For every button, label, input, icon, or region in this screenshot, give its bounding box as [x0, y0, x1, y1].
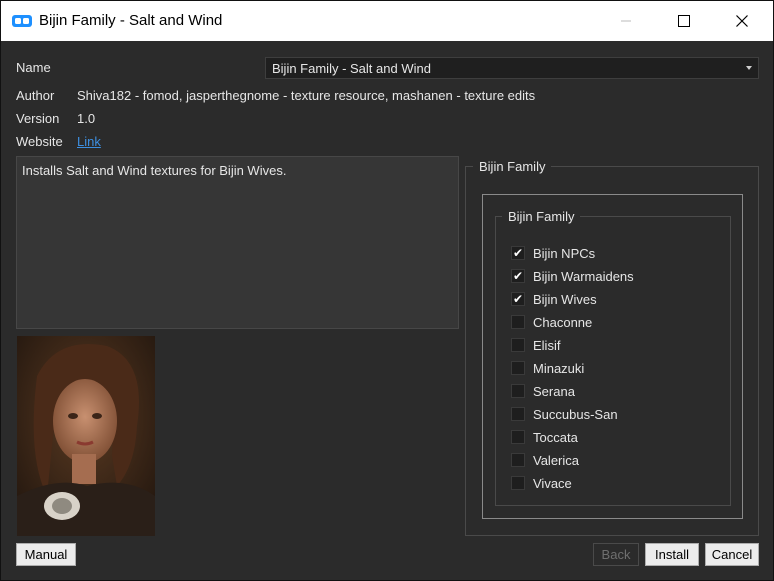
checkbox-checked[interactable]: ✔	[511, 269, 525, 283]
option-label: Minazuki	[533, 360, 585, 376]
checkbox-checked[interactable]: ✔	[511, 246, 525, 260]
version-label: Version	[16, 111, 60, 126]
website-label: Website	[16, 134, 63, 149]
option-item[interactable]: Vivace	[511, 475, 572, 491]
name-select[interactable]: Bijin Family - Salt and Wind	[265, 57, 759, 79]
option-item[interactable]: Succubus-San	[511, 406, 618, 422]
checkbox-unchecked[interactable]	[511, 430, 525, 444]
option-label: Bijin Wives	[533, 291, 597, 307]
name-label: Name	[16, 60, 51, 75]
back-button[interactable]: Back	[593, 543, 639, 566]
group-outer-title: Bijin Family	[473, 159, 552, 174]
checkbox-unchecked[interactable]	[511, 338, 525, 352]
option-item[interactable]: Toccata	[511, 429, 578, 445]
option-label: Elisif	[533, 337, 561, 353]
checkbox-checked[interactable]: ✔	[511, 292, 525, 306]
group-inner-title: Bijin Family	[502, 209, 581, 224]
maximize-button[interactable]	[655, 1, 713, 41]
author-value: Shiva182 - fomod, jasperthegnome - textu…	[77, 88, 536, 103]
title-bar: Bijin Family - Salt and Wind	[1, 1, 773, 41]
option-item[interactable]: Elisif	[511, 337, 560, 353]
option-label: Valerica	[533, 452, 580, 468]
checkbox-unchecked[interactable]	[511, 361, 525, 375]
option-label: Succubus-San	[533, 406, 618, 422]
checkbox-unchecked[interactable]	[511, 315, 525, 329]
checkmark-icon: ✔	[512, 269, 524, 283]
checkmark-icon: ✔	[512, 292, 524, 306]
option-label: Chaconne	[533, 314, 593, 330]
description-box[interactable]: Installs Salt and Wind textures for Biji…	[16, 156, 459, 329]
option-label: Bijin Warmaidens	[533, 268, 634, 284]
chevron-down-icon	[746, 66, 752, 70]
portrait-image	[17, 336, 155, 536]
checkbox-unchecked[interactable]	[511, 407, 525, 421]
cancel-button[interactable]: Cancel	[705, 543, 759, 566]
option-label: Toccata	[533, 429, 578, 445]
version-value: 1.0	[77, 111, 96, 126]
app-icon	[12, 15, 32, 27]
install-button[interactable]: Install	[645, 543, 699, 566]
checkbox-unchecked[interactable]	[511, 384, 525, 398]
option-item[interactable]: ✔ Bijin NPCs	[511, 245, 595, 261]
option-item[interactable]: Chaconne	[511, 314, 592, 330]
close-button[interactable]	[713, 1, 771, 41]
option-label: Bijin NPCs	[533, 245, 596, 261]
option-label: Serana	[533, 383, 575, 399]
option-label: Vivace	[533, 475, 572, 491]
preview-image	[17, 336, 155, 536]
option-item[interactable]: ✔ Bijin Warmaidens	[511, 268, 634, 284]
name-select-value: Bijin Family - Salt and Wind	[272, 61, 431, 76]
option-item[interactable]: Serana	[511, 383, 575, 399]
close-icon	[736, 15, 748, 27]
author-label: Author	[16, 88, 55, 103]
option-item[interactable]: Valerica	[511, 452, 579, 468]
checkbox-unchecked[interactable]	[511, 476, 525, 490]
checkmark-icon: ✔	[512, 246, 524, 260]
minimize-icon	[621, 20, 631, 22]
installer-window: Bijin Family - Salt and Wind Name Bijin …	[0, 0, 774, 581]
manual-button[interactable]: Manual	[16, 543, 76, 566]
minimize-button[interactable]	[597, 1, 655, 41]
description-text: Installs Salt and Wind textures for Biji…	[22, 163, 287, 178]
option-item[interactable]: ✔ Bijin Wives	[511, 291, 597, 307]
window-title: Bijin Family - Salt and Wind	[39, 12, 223, 29]
maximize-icon	[678, 15, 690, 27]
website-link[interactable]: Link	[77, 134, 101, 149]
checkbox-unchecked[interactable]	[511, 453, 525, 467]
option-item[interactable]: Minazuki	[511, 360, 584, 376]
